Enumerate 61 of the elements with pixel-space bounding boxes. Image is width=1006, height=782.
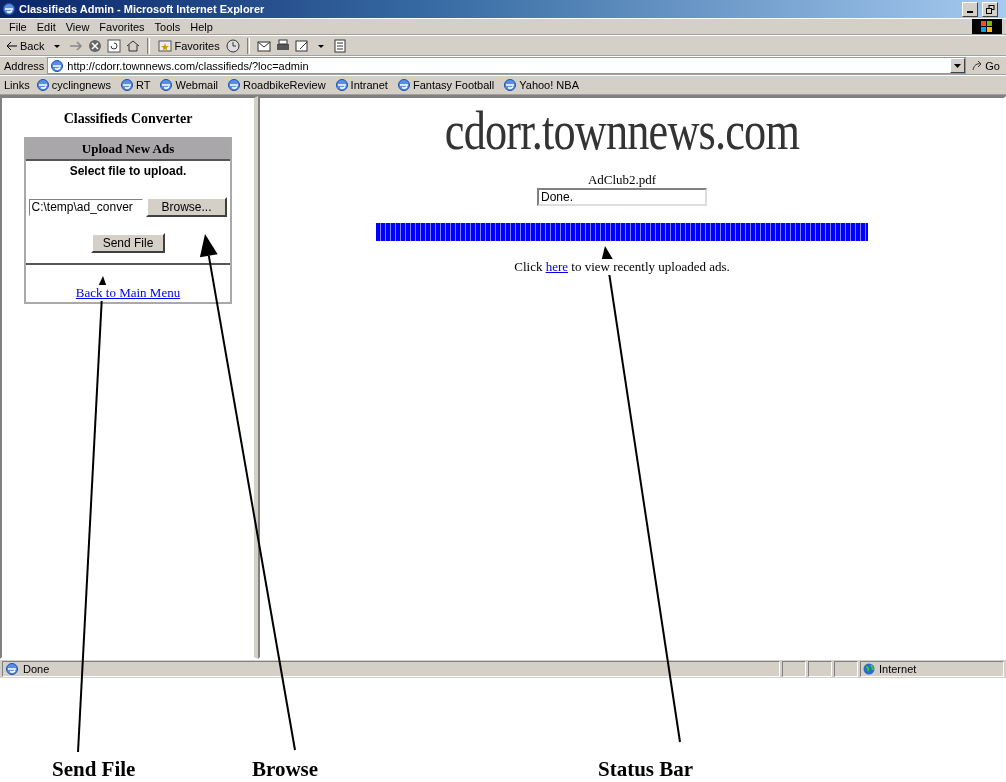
- favorites-button[interactable]: Favorites: [156, 38, 222, 53]
- ie-icon: [503, 78, 518, 92]
- ie-icon: [35, 78, 50, 92]
- ie-icon: [227, 78, 242, 92]
- link-item[interactable]: cyclingnews: [35, 78, 111, 92]
- panel-title: Upload New Ads: [26, 139, 230, 161]
- annotation-label: Browse: [252, 757, 319, 782]
- ie-icon: [2, 2, 16, 16]
- address-label: Address: [4, 59, 45, 72]
- globe-icon: [863, 663, 875, 675]
- menu-item[interactable]: Edit: [31, 20, 61, 33]
- file-field[interactable]: C:\temp\ad_conver: [29, 198, 144, 216]
- edit-icon[interactable]: [293, 37, 310, 54]
- back-arrow-icon: [6, 40, 18, 51]
- link-item[interactable]: Yahoo! NBA: [503, 78, 579, 92]
- link-item[interactable]: Intranet: [334, 78, 388, 92]
- send-file-button[interactable]: Send File: [90, 233, 166, 253]
- annotation-label: Status Bar: [598, 757, 694, 782]
- go-arrow-icon: [971, 59, 984, 72]
- link-item[interactable]: RT: [120, 78, 151, 92]
- ie-icon: [159, 78, 174, 92]
- back-button[interactable]: Back: [4, 39, 47, 52]
- browse-button[interactable]: Browse...: [146, 197, 227, 217]
- annotation-label: Send File: [52, 757, 136, 782]
- zone-text: Internet: [860, 661, 1004, 677]
- ie-icon: [50, 58, 65, 73]
- status-pane: [834, 661, 858, 677]
- stop-icon[interactable]: [87, 37, 104, 54]
- ie-icon: [396, 78, 411, 92]
- address-field[interactable]: http://cdorr.townnews.com/classifieds/?loc=admin: [47, 57, 967, 74]
- restore-icon[interactable]: [982, 1, 998, 17]
- file-name: AdClub2.pdf: [587, 172, 657, 188]
- ie-icon: [334, 78, 349, 92]
- menu-item[interactable]: View: [60, 20, 95, 33]
- ie-icon: [120, 78, 134, 92]
- refresh-icon[interactable]: [106, 37, 123, 54]
- go-button[interactable]: Go: [969, 59, 1002, 72]
- menu-item[interactable]: Help: [185, 20, 218, 33]
- status-pane: [808, 661, 832, 677]
- link-item[interactable]: Fantasy Football: [396, 78, 495, 92]
- status-field[interactable]: Done.: [537, 188, 707, 206]
- sidebar-title: Classifieds Converter: [63, 111, 193, 127]
- back-to-main-menu-link[interactable]: Back to Main Menu: [75, 285, 181, 301]
- menu-item[interactable]: Favorites: [94, 20, 150, 33]
- upload-prompt: Select file to upload.: [69, 164, 187, 178]
- windows-logo-icon: [972, 19, 1002, 34]
- link-item[interactable]: RoadbikeReview: [227, 78, 326, 92]
- minimize-icon[interactable]: [962, 1, 978, 17]
- status-text: Done: [2, 661, 780, 677]
- link-item[interactable]: Webmail: [159, 78, 219, 92]
- window-title: Classifieds Admin - Microsoft Internet Explorer: [19, 3, 266, 15]
- menu-item[interactable]: Tools: [149, 20, 186, 33]
- site-title: cdorr.townnews.com: [444, 100, 800, 162]
- document-icon[interactable]: [331, 37, 348, 54]
- history-icon[interactable]: [224, 37, 241, 54]
- status-pane: [782, 661, 806, 677]
- dropdown-icon[interactable]: [950, 58, 966, 73]
- links-label: Links: [4, 79, 30, 91]
- upload-message: Click here to view recently uploaded ads.: [514, 259, 730, 275]
- here-link[interactable]: here: [545, 259, 569, 274]
- menu-item[interactable]: File: [4, 20, 32, 33]
